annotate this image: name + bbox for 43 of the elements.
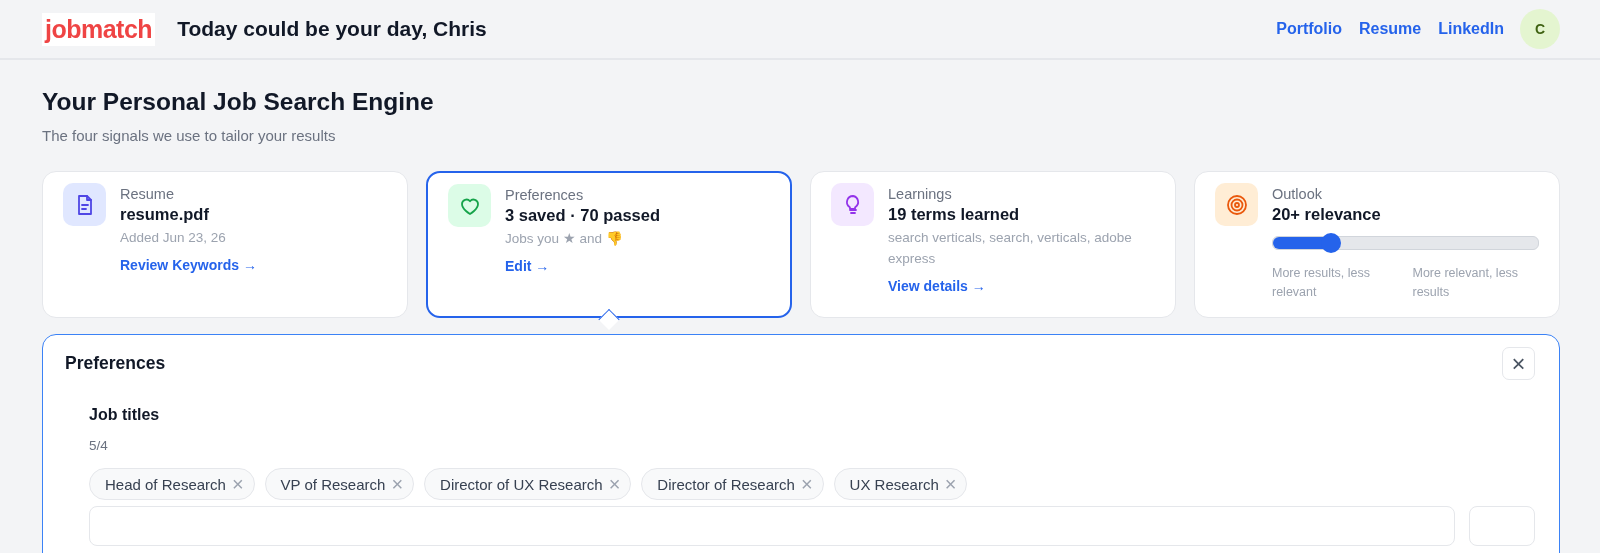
page-title: Your Personal Job Search Engine	[42, 88, 435, 116]
card-label: Preferences	[505, 187, 585, 203]
slider-max-label: More relevant, less results	[1412, 265, 1520, 301]
target-icon	[1215, 183, 1258, 226]
card-link[interactable]: Review Keywords →	[120, 257, 257, 273]
close-button[interactable]: ×	[1502, 347, 1535, 380]
chip-label: Director of Research	[657, 475, 795, 493]
card-value: 3 saved · 70 passed	[505, 206, 661, 225]
card-detail: Jobs you ★ and 👎	[505, 230, 624, 248]
lightbulb-icon	[831, 183, 874, 226]
relevance-slider[interactable]	[1272, 236, 1539, 250]
chip-label: VP of Research	[280, 475, 386, 493]
logo[interactable]: jobmatch	[42, 12, 156, 46]
card-value: resume.pdf	[120, 205, 210, 224]
nav-link[interactable]: Portfolio	[1276, 20, 1342, 38]
panel-title: Preferences	[65, 353, 166, 374]
page-subtitle: The four signals we use to tailor your results	[42, 127, 337, 144]
chip-label: Director of UX Research	[440, 475, 603, 493]
document-icon	[63, 183, 106, 226]
signal-card[interactable]: Preferences 3 saved · 70 passed Jobs you ★ and 👎 Edit →	[426, 171, 792, 318]
card-detail: search verticals, search, verticals, adobe express	[888, 229, 1133, 268]
section-title: Job titles	[89, 406, 161, 424]
card-label: Resume	[120, 186, 175, 202]
title-count: 5/4	[89, 438, 109, 453]
chip-label: Head of Research	[105, 475, 226, 493]
card-link[interactable]: View details →	[888, 278, 986, 294]
card-link[interactable]: Edit →	[505, 258, 550, 274]
signal-card[interactable]: Learnings 19 terms learned search verticals, search, verticals, adobe express View details →	[810, 171, 1176, 318]
slider-min-label: More results, less relevant	[1272, 265, 1371, 301]
chip-label: UX Research	[849, 475, 939, 493]
signal-card[interactable]: Outlook 20+ relevance More results, less relevant More relevant, less results	[1194, 171, 1560, 318]
card-value: 20+ relevance	[1272, 205, 1382, 224]
nav-link[interactable]: Resume	[1358, 20, 1422, 38]
signal-card[interactable]: Resume resume.pdf Added Jun 23, 26 Review Keywords →	[42, 171, 408, 318]
input-field[interactable]	[89, 506, 1455, 546]
card-detail: Added Jun 23, 26	[120, 229, 227, 247]
greeting: Today could be your day, Chris	[177, 17, 488, 41]
slider-thumb[interactable]	[1321, 233, 1342, 253]
nav-link[interactable]: LinkedIn	[1438, 20, 1504, 38]
card-value: 19 terms learned	[888, 205, 1021, 224]
card-label: Learnings	[888, 186, 953, 202]
avatar[interactable]: C	[1520, 9, 1560, 49]
card-label: Outlook	[1272, 186, 1323, 202]
